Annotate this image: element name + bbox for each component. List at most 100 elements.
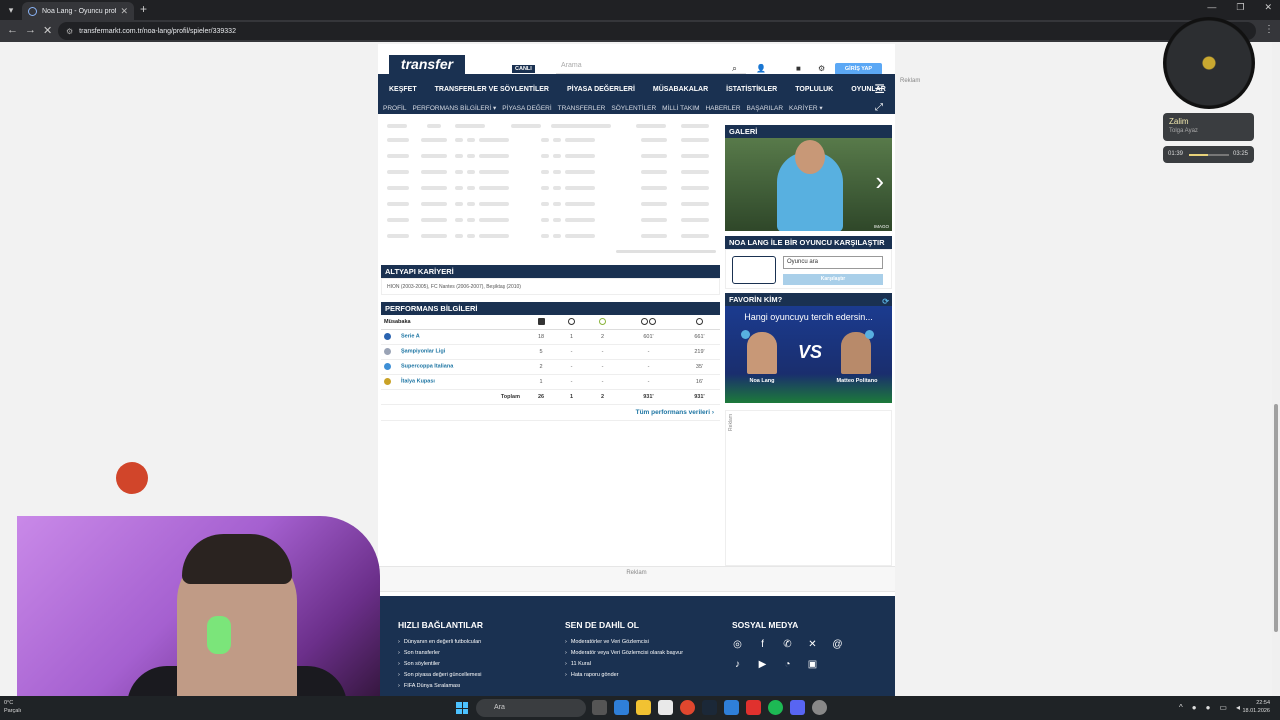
player2-name[interactable]: Matteo Politano: [830, 378, 884, 384]
x-icon[interactable]: ✕: [807, 639, 818, 650]
discord-icon[interactable]: [790, 700, 805, 715]
browser-tab[interactable]: Noa Lang - Oyuncu profili 25/26 ✕: [22, 2, 134, 20]
whatsapp-icon[interactable]: ✆: [782, 639, 793, 650]
nav-item-transfers[interactable]: TRANSFERLER VE SÖYLENTİLER: [435, 86, 549, 93]
steam-icon[interactable]: [702, 700, 717, 715]
subnav-achievements[interactable]: BAŞARILAR: [747, 105, 784, 112]
window-controls: — ❐ ✕: [1207, 2, 1272, 13]
site-logo[interactable]: transfer: [389, 55, 465, 74]
favorite-poll: FAVORİN KİM? ⟳ Hangi oyuncuyu tercih eder…: [725, 293, 892, 403]
site-info-icon[interactable]: ⚙: [66, 27, 73, 36]
napoli-badge-icon: [741, 330, 750, 339]
song-title: Zalim: [1169, 117, 1189, 126]
subnav-national-team[interactable]: MİLLİ TAKIM: [662, 105, 699, 112]
nav-item-market-values[interactable]: PİYASA DEĞERLERİ: [567, 86, 635, 93]
address-bar[interactable]: ⚙ transfermarkt.com.tr/noa-lang/profil/s…: [58, 22, 1256, 40]
forward-icon[interactable]: →: [25, 24, 36, 36]
footer-link[interactable]: FIFA Dünya Sıralaması: [398, 683, 483, 689]
facebook-icon[interactable]: f: [757, 639, 768, 650]
footer-link[interactable]: 11 Kural: [565, 661, 683, 667]
footer-link[interactable]: Son piyasa değeri güncellemesi: [398, 672, 483, 678]
instagram-icon[interactable]: ◎: [732, 639, 743, 650]
browser-tabbar: ▾ Noa Lang - Oyuncu profili 25/26 ✕ + — …: [0, 0, 1280, 20]
subnav-rumours[interactable]: SÖYLENTİLER: [611, 105, 656, 112]
scroll-thumb[interactable]: [1274, 404, 1278, 632]
minimize-icon[interactable]: —: [1207, 2, 1216, 13]
network-icon[interactable]: ▭: [1219, 703, 1227, 712]
footer-link[interactable]: Son söylentiler: [398, 661, 483, 667]
tab-list-icon[interactable]: ▾: [4, 3, 18, 17]
competition-link[interactable]: İtalya Kupası: [401, 379, 435, 385]
mail-icon[interactable]: [724, 700, 739, 715]
tab-close-icon[interactable]: ✕: [120, 6, 128, 17]
stop-loading-icon[interactable]: ✕: [43, 24, 52, 37]
nav-item-competitions[interactable]: MÜSABAKALAR: [653, 86, 708, 93]
page-scrollbar[interactable]: [1272, 42, 1280, 696]
weather-widget[interactable]: 0°C Parçalı: [4, 699, 40, 715]
footer-link[interactable]: Son transferler: [398, 650, 483, 656]
maximize-icon[interactable]: ❐: [1236, 2, 1244, 13]
threads-icon[interactable]: @: [832, 639, 843, 650]
live-badge[interactable]: CANLI: [512, 65, 535, 73]
store-icon[interactable]: [658, 700, 673, 715]
gallery-next-icon[interactable]: ›: [875, 166, 884, 197]
player-subnav: PROFİL PERFORMANS BİLGİLERİ ▾ PİYASA DEĞ…: [378, 102, 895, 114]
player-search-input[interactable]: Oyuncu ara: [783, 256, 883, 269]
browser-menu-icon[interactable]: ⋮: [1264, 24, 1274, 35]
player1-photo[interactable]: [747, 332, 777, 374]
volume-icon[interactable]: ◂: [1236, 703, 1240, 712]
subnav-transfers[interactable]: TRANSFERLER: [558, 105, 606, 112]
start-icon[interactable]: [456, 702, 468, 714]
chrome-icon[interactable]: [680, 700, 695, 715]
tray-mic-icon[interactable]: ●: [1206, 703, 1211, 712]
gallery-image[interactable]: › IMAGO: [725, 138, 892, 231]
youtube-app-icon[interactable]: [746, 700, 761, 715]
subnav-market-value[interactable]: PİYASA DEĞERİ: [502, 105, 551, 112]
site-search-input[interactable]: Arama: [556, 62, 746, 74]
competition-link[interactable]: Supercoppa Italiana: [401, 364, 453, 370]
footer-link[interactable]: Hata raporu gönder: [565, 672, 683, 678]
tray-chevron-icon[interactable]: ^: [1179, 703, 1183, 712]
nav-item-community[interactable]: TOPLULUK: [795, 86, 833, 93]
footer-link[interactable]: Moderatör veya Veri Gözlemcisi olarak ba…: [565, 650, 683, 656]
menu-icon[interactable]: ☰: [874, 82, 885, 96]
new-tab-icon[interactable]: +: [140, 2, 147, 16]
compare-button[interactable]: Karşılaştır: [783, 274, 883, 285]
user-icon[interactable]: 👤: [756, 64, 766, 73]
quick-links-title: HIZLI BAĞLANTILAR: [398, 620, 483, 630]
share-icon[interactable]: ⤢: [875, 102, 883, 113]
tray-app-icon[interactable]: ●: [1192, 703, 1197, 712]
tab-favicon-icon: [28, 6, 37, 16]
spotify-icon[interactable]: [768, 700, 783, 715]
nav-item-statistics[interactable]: İSTATİSTİKLER: [726, 86, 777, 93]
close-window-icon[interactable]: ✕: [1264, 2, 1272, 13]
subnav-career[interactable]: KARİYER ▾: [789, 104, 823, 112]
youtube-icon[interactable]: ▶: [757, 659, 768, 670]
tiktok-icon[interactable]: ♪: [732, 659, 743, 670]
bookmark-icon[interactable]: ■: [796, 64, 801, 73]
search-icon[interactable]: ⌕: [732, 63, 737, 74]
back-icon[interactable]: ←: [7, 24, 18, 36]
rss-icon[interactable]: ◔: [782, 659, 793, 670]
linkedin-icon[interactable]: ▣: [807, 659, 818, 670]
taskbar-clock[interactable]: 22:54 18.01.2026: [1242, 699, 1270, 715]
system-tray: ^ ● ● ▭ ◂: [1179, 703, 1240, 712]
assists-value: -: [587, 359, 618, 375]
napoli-badge-icon: [865, 330, 874, 339]
taskbar-search[interactable]: Ara: [476, 699, 586, 717]
subnav-performance[interactable]: PERFORMANS BİLGİLERİ ▾: [412, 104, 496, 112]
obs-icon[interactable]: [812, 700, 827, 715]
footer-link[interactable]: Moderatörler ve Veri Gözlemcisi: [565, 639, 683, 645]
file-explorer-icon[interactable]: [636, 700, 651, 715]
subnav-news[interactable]: HABERLER: [705, 105, 740, 112]
all-performance-link[interactable]: Tüm performans verileri ›: [381, 404, 720, 421]
player1-name[interactable]: Noa Lang: [737, 378, 787, 384]
subnav-profile[interactable]: PROFİL: [383, 105, 406, 112]
task-view-icon[interactable]: [592, 700, 607, 715]
gear-icon[interactable]: ⚙: [818, 64, 825, 73]
nav-item-explore[interactable]: KEŞFET: [389, 86, 417, 93]
competition-link[interactable]: Şampiyonlar Ligi: [401, 349, 445, 355]
copilot-icon[interactable]: [614, 700, 629, 715]
competition-link[interactable]: Serie A: [401, 334, 420, 340]
footer-link[interactable]: Dünyanın en değerli futbolcuları: [398, 639, 483, 645]
